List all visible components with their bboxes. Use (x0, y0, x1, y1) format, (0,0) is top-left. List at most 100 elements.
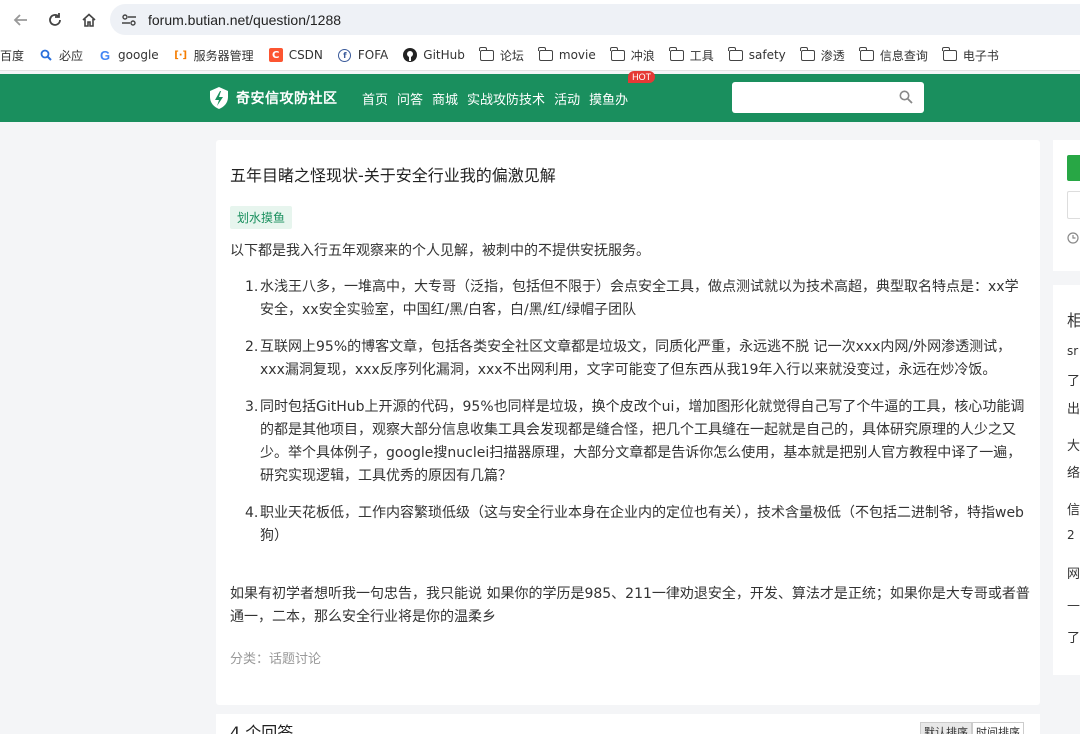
folder-icon (538, 46, 553, 62)
sidebar-line[interactable]: 2 (1067, 528, 1075, 542)
list-text: 水浅王八多，一堆高中，大专哥（泛指，包括但不限于）会点安全工具，做点测试就以为技… (260, 279, 1019, 318)
list-item: 3. 同时包括GitHub上开源的代码，95%也同样是垃圾，换个皮改个ui，增加图… (230, 396, 1030, 488)
question-title: 五年目睹之怪现状-关于安全行业我的偏激见解 (230, 166, 556, 185)
main-nav: 首页 问答 商城 实战攻防技术 活动 摸鱼办 HOT (362, 70, 656, 122)
bookmark-item[interactable]: f FOFA (331, 40, 396, 70)
nav-qa[interactable]: 问答 (397, 89, 423, 108)
question-intro: 以下都是我入行五年观察来的个人见解，被刺中的不提供安抚服务。 (230, 243, 650, 259)
nav-home[interactable]: 首页 (362, 89, 388, 108)
folder-icon (728, 46, 743, 62)
site-logo[interactable]: 奇安信攻防社区 (208, 86, 338, 110)
fofa-icon: f (338, 48, 352, 62)
browser-toolbar: forum.butian.net/question/1288 (0, 0, 1080, 40)
question-card: 五年目睹之怪现状-关于安全行业我的偏激见解 划水摸鱼 以下都是我入行五年观察来的… (216, 140, 1040, 705)
folder-icon (669, 46, 684, 62)
nav-shop[interactable]: 商城 (432, 89, 458, 108)
sidebar-line[interactable]: 络 (1067, 462, 1080, 481)
bookmark-item[interactable]: movie (532, 40, 604, 70)
bookmark-label: movie (558, 48, 596, 62)
nav-moyu[interactable]: 摸鱼办 HOT (589, 70, 656, 108)
bookmark-label: 工具 (689, 48, 714, 63)
sidebar-line[interactable]: 大 (1067, 435, 1080, 454)
github-icon (403, 48, 418, 62)
sidebar-line[interactable]: 出 (1067, 398, 1080, 417)
bookmark-label: 必应 (59, 48, 84, 63)
search-icon (39, 48, 53, 62)
folder-icon (859, 46, 874, 62)
search-icon[interactable] (899, 90, 913, 104)
points-list: 1. 水浅王八多，一堆高中，大专哥（泛指，包括但不限于）会点安全工具，做点测试就以… (230, 276, 1030, 562)
search-input[interactable] (732, 82, 892, 113)
csdn-icon: C (268, 48, 283, 62)
list-text: 同时包括GitHub上开源的代码，95%也同样是垃圾，换个皮改个ui，增加图形化… (260, 399, 1025, 484)
bookmark-label: 服务器管理 (193, 48, 254, 63)
sidebar-line[interactable]: — (1067, 598, 1080, 613)
bookmark-item[interactable]: [·] 服务器管理 (167, 40, 262, 70)
list-item: 1. 水浅王八多，一堆高中，大专哥（泛指，包括但不限于）会点安全工具，做点测试就以… (230, 276, 1030, 322)
bookmark-label: FOFA (357, 48, 389, 62)
bookmark-label: 信息查询 (879, 48, 928, 63)
list-number: 1. (245, 279, 259, 295)
sort-toggle: 默认排序 时间排序 (920, 722, 1024, 734)
bookmark-item[interactable]: 冲浪 (604, 40, 663, 70)
bookmark-item[interactable]: C CSDN (262, 40, 331, 70)
bookmark-label: CSDN (288, 48, 323, 62)
list-number: 3. (245, 399, 259, 415)
hot-badge: HOT (628, 70, 656, 83)
bookmark-label: GitHub (423, 48, 465, 62)
folder-icon (800, 46, 815, 62)
address-bar[interactable]: forum.butian.net/question/1288 (110, 4, 1080, 35)
sidebar-line[interactable]: 网 (1067, 563, 1080, 582)
question-tag[interactable]: 划水摸鱼 (230, 206, 293, 229)
sidebar-line[interactable]: 了 (1067, 370, 1080, 389)
list-item: 2. 互联网上95%的博客文章，包括各类安全社区文章都是垃圾文，同质化严重，永远逃… (230, 336, 1030, 382)
bookmark-item[interactable]: 渗透 (794, 40, 853, 70)
sort-time-button[interactable]: 时间排序 (972, 722, 1024, 734)
bookmark-item[interactable]: 百度 (0, 40, 32, 70)
server-icon: [·] (174, 49, 188, 61)
sidebar-line[interactable]: 信 (1067, 499, 1080, 518)
folder-icon (479, 46, 494, 62)
sidebar-secondary-button[interactable] (1067, 191, 1080, 219)
site-settings-icon[interactable] (120, 11, 138, 29)
bookmark-item[interactable]: Ggoogle (91, 40, 167, 70)
nav-moyu-label: 摸鱼办 (589, 92, 629, 108)
bookmark-label: safety (748, 48, 786, 62)
sort-default-button[interactable]: 默认排序 (920, 722, 972, 734)
category-link[interactable]: 话题讨论 (269, 652, 321, 667)
sidebar-heading: 相 (1067, 311, 1080, 330)
bookmark-label: 百度 (0, 48, 25, 63)
back-arrow-icon[interactable] (4, 5, 38, 35)
nav-tech[interactable]: 实战攻防技术 (467, 89, 545, 108)
bookmark-item[interactable]: 电子书 (936, 40, 1007, 70)
list-item: 4. 职业天花板低，工作内容繁琐低级（这与安全行业本身在企业内的定位也有关），技术… (230, 502, 1030, 548)
bookmark-label: 论坛 (499, 48, 524, 63)
sidebar-line[interactable]: 了 (1067, 627, 1080, 646)
answers-count: 4 个回答 (230, 723, 294, 734)
shield-logo-icon (210, 87, 228, 109)
folder-icon (610, 46, 625, 62)
category-label: 分类： (230, 652, 270, 667)
bookmark-label: 电子书 (962, 48, 999, 63)
sidebar-user-card (1053, 140, 1080, 271)
bookmark-item[interactable]: 必应 (32, 40, 91, 70)
sidebar-action-button[interactable] (1067, 155, 1080, 181)
bookmarks-bar: 百度 必应 Ggoogle [·] 服务器管理 C CSDN f FOFA GitHub 论坛 mov… (0, 40, 1080, 71)
reload-icon[interactable] (38, 5, 72, 35)
site-search (732, 82, 924, 113)
bookmark-item[interactable]: GitHub (396, 40, 473, 70)
clock-icon (1067, 232, 1079, 244)
sidebar-line[interactable]: sr (1067, 344, 1078, 358)
list-number: 4. (245, 505, 259, 521)
bookmark-item[interactable]: 工具 (663, 40, 722, 70)
bookmark-item[interactable]: 信息查询 (853, 40, 936, 70)
bookmark-item[interactable]: safety (722, 40, 794, 70)
site-name: 奇安信攻防社区 (236, 91, 338, 107)
question-category: 分类：话题讨论 (230, 648, 321, 667)
folder-icon (942, 46, 957, 62)
nav-events[interactable]: 活动 (554, 89, 580, 108)
question-advice: 如果有初学者想听我一句忠告，我只能说 如果你的学历是985、211一律劝退安全，… (230, 586, 1030, 625)
bookmark-item[interactable]: 论坛 (473, 40, 532, 70)
list-text: 互联网上95%的博客文章，包括各类安全社区文章都是垃圾文，同质化严重，永远逃不脱… (260, 339, 1012, 378)
home-icon[interactable] (72, 5, 106, 35)
